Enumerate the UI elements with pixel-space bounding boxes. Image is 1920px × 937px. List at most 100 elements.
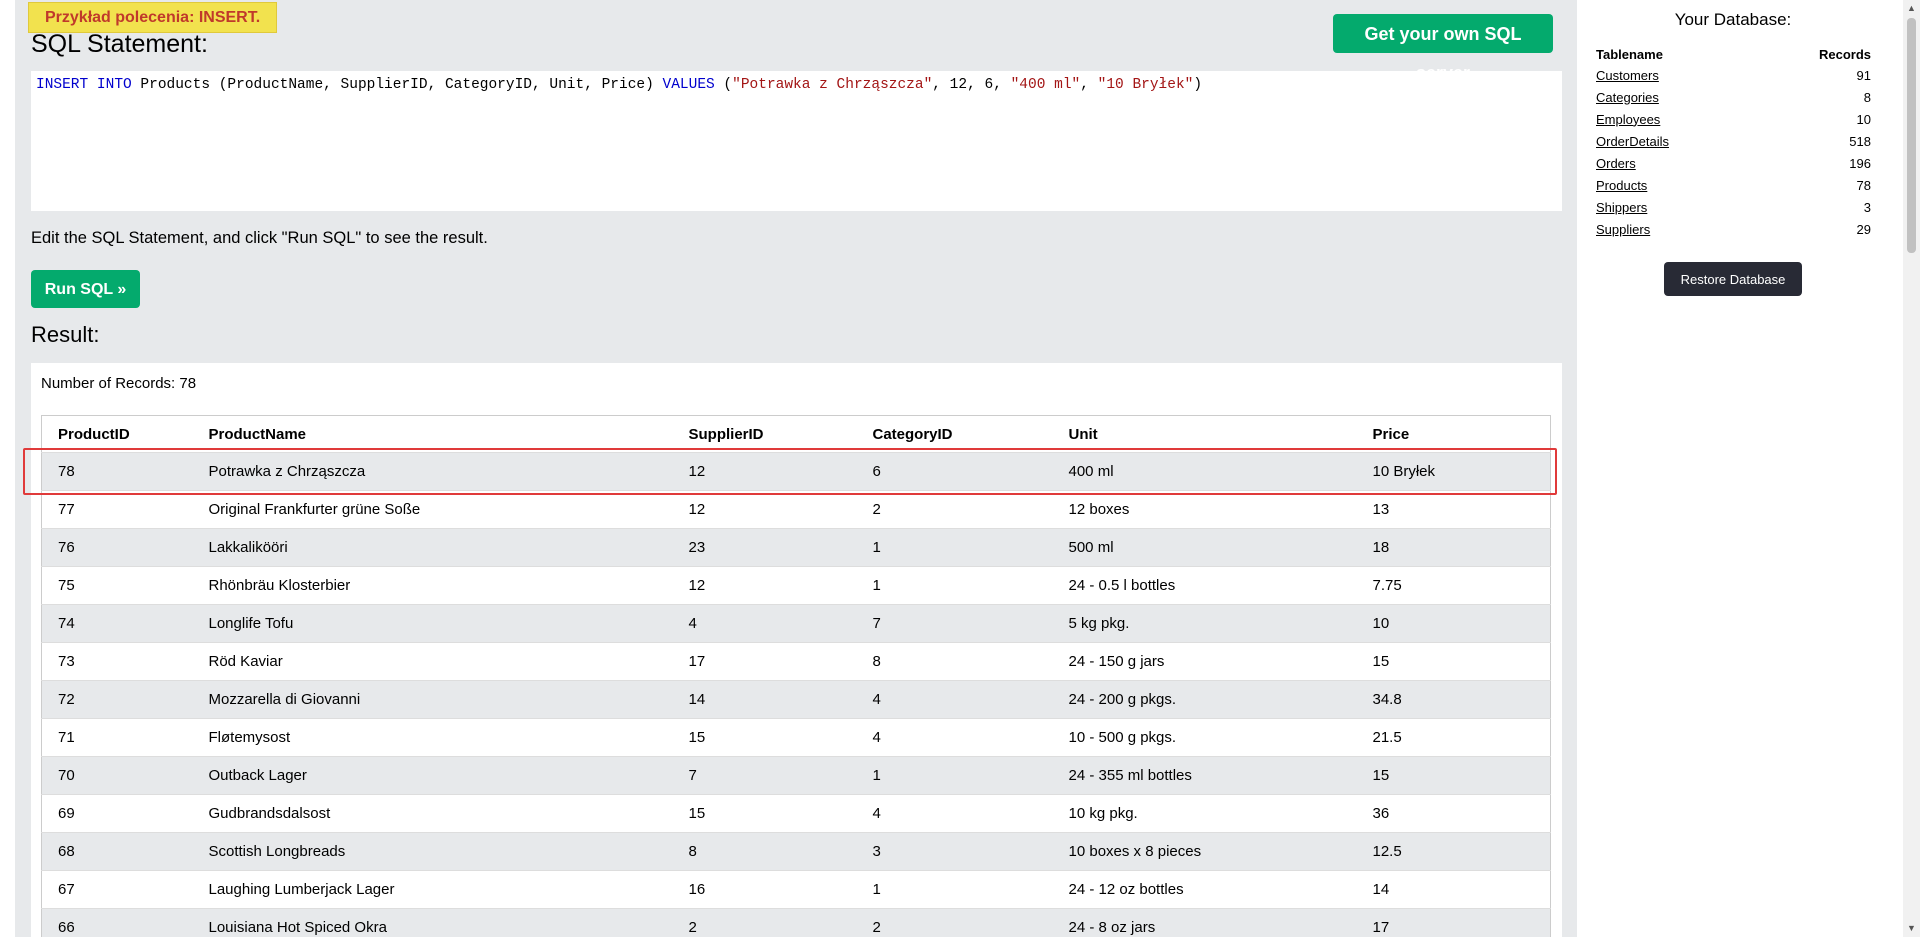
table-row: 78 Potrawka z Chrząszcza 12 6 400 ml 10 Bryłe… (41, 452, 1551, 491)
table-cell: 76 (41, 528, 193, 567)
table-cell: Original Frankfurter grüne Soße (192, 490, 673, 529)
table-row: 76 Lakkalikööri 23 1 500 ml 18 (41, 528, 1551, 567)
sql-text: ) (1193, 77, 1203, 93)
table-cell: 3 (856, 832, 1053, 871)
db-record-count: 3 (1863, 199, 1871, 215)
table-row: 74 Longlife Tofu 4 7 5 kg pkg. 10 (41, 604, 1551, 643)
table-cell: 69 (41, 794, 193, 833)
table-cell: 24 - 355 ml bottles (1052, 756, 1357, 795)
table-cell: 66 (41, 908, 193, 937)
sql-string: "400 ml" (1010, 77, 1081, 93)
table-cell: 16 (672, 870, 857, 909)
table-cell: 70 (41, 756, 193, 795)
table-row: 66 Louisiana Hot Spiced Okra 2 2 24 - 8 oz j… (41, 908, 1551, 937)
table-cell: 15 (672, 794, 857, 833)
table-cell: 24 - 150 g jars (1052, 642, 1357, 681)
vertical-scrollbar[interactable]: ▲ ▼ (1903, 0, 1920, 937)
column-header: ProductName (192, 415, 673, 453)
db-table-link-categories[interactable]: Categories (1596, 90, 1659, 105)
table-cell: 14 (672, 680, 857, 719)
table-cell: 12 (672, 452, 857, 491)
db-table-row: Orders 196 (1595, 152, 1872, 174)
table-cell: Outback Lager (192, 756, 673, 795)
sql-keyword: VALUES (662, 77, 715, 93)
table-cell: 8 (856, 642, 1053, 681)
db-table-cell: Employees (1595, 108, 1756, 130)
column-header: Price (1356, 415, 1551, 453)
db-table-row: OrderDetails 518 (1595, 130, 1872, 152)
table-header-row: ProductID ProductName SupplierID Categor… (41, 415, 1551, 453)
main-panel: Przykład polecenia: INSERT. SQL Statemen… (15, 0, 1577, 937)
table-cell: 500 ml (1052, 528, 1357, 567)
table-cell: 10 Bryłek (1356, 452, 1551, 491)
db-table-link-shippers[interactable]: Shippers (1596, 200, 1647, 215)
restore-database-button[interactable]: Restore Database (1664, 262, 1802, 296)
db-table-link-orderdetails[interactable]: OrderDetails (1596, 134, 1669, 149)
table-row: 72 Mozzarella di Giovanni 14 4 24 - 200 g pk… (41, 680, 1551, 719)
db-table-link-suppliers[interactable]: Suppliers (1596, 222, 1650, 237)
table-cell: Mozzarella di Giovanni (192, 680, 673, 719)
table-cell: 72 (41, 680, 193, 719)
table-cell: 4 (856, 680, 1053, 719)
column-header: ProductID (41, 415, 193, 453)
table-row: 69 Gudbrandsdalsost 15 4 10 kg pkg. 36 (41, 794, 1551, 833)
sql-statement-title: SQL Statement: (31, 30, 208, 58)
db-table-link-customers[interactable]: Customers (1596, 68, 1659, 83)
table-cell: 18 (1356, 528, 1551, 567)
get-sql-server-button[interactable]: Get your own SQL server (1333, 14, 1553, 83)
table-cell: 67 (41, 870, 193, 909)
column-header: CategoryID (856, 415, 1053, 453)
db-record-count: 91 (1856, 67, 1871, 83)
db-record-count: 78 (1856, 177, 1871, 193)
table-cell: Fløtemysost (192, 718, 673, 757)
record-count: Number of Records: 78 (41, 375, 197, 392)
table-cell: 5 kg pkg. (1052, 604, 1357, 643)
table-cell: 12.5 (1356, 832, 1551, 871)
db-table-link-products[interactable]: Products (1596, 178, 1647, 193)
db-header-row: Tablename Records (1595, 44, 1872, 64)
scroll-thumb[interactable] (1907, 18, 1916, 253)
scroll-down-arrow-icon[interactable]: ▼ (1903, 920, 1920, 937)
run-sql-button[interactable]: Run SQL » (31, 270, 140, 308)
db-table-link-orders[interactable]: Orders (1596, 156, 1636, 171)
db-record-count: 518 (1849, 133, 1871, 149)
table-cell: Scottish Longbreads (192, 832, 673, 871)
sql-editor[interactable]: INSERT INTO Products (ProductName, Suppl… (31, 71, 1562, 211)
database-sidebar: Your Database: Tablename Records Custome… (1578, 0, 1903, 937)
scroll-up-arrow-icon[interactable]: ▲ (1903, 0, 1920, 17)
table-cell: 78 (41, 452, 193, 491)
result-title: Result: (31, 322, 100, 347)
table-cell: 7 (856, 604, 1053, 643)
table-cell: Rhönbräu Klosterbier (192, 566, 673, 605)
table-cell: 4 (856, 718, 1053, 757)
table-cell: 7.75 (1356, 566, 1551, 605)
db-body: Customers 91 Categories 8 Employees 10 OrderDe… (1595, 64, 1872, 240)
table-cell: 12 (672, 566, 857, 605)
table-cell: 2 (856, 908, 1053, 937)
table-cell: 14 (1356, 870, 1551, 909)
sql-string: "Potrawka z Chrząszcza" (732, 77, 933, 93)
db-table-cell: Products (1595, 174, 1756, 196)
table-cell: Longlife Tofu (192, 604, 673, 643)
db-table-row: Customers 91 (1595, 64, 1872, 86)
table-row: 73 Röd Kaviar 17 8 24 - 150 g jars 15 (41, 642, 1551, 681)
sql-text: ( (714, 77, 733, 93)
db-table-row: Shippers 3 (1595, 196, 1872, 218)
tablename-header: Tablename (1596, 46, 1663, 62)
table-cell: 15 (672, 718, 857, 757)
db-record-count: 196 (1849, 155, 1871, 171)
table-cell: 74 (41, 604, 193, 643)
table-cell: 75 (41, 566, 193, 605)
table-cell: 24 - 8 oz jars (1052, 908, 1357, 937)
db-table-cell: OrderDetails (1595, 130, 1756, 152)
results-table: ProductID ProductName SupplierID Categor… (41, 415, 1551, 937)
db-table-link-employees[interactable]: Employees (1596, 112, 1660, 127)
table-row: 77 Original Frankfurter grüne Soße 12 2 12 b… (41, 490, 1551, 529)
table-cell: 24 - 12 oz bottles (1052, 870, 1357, 909)
table-cell: 17 (672, 642, 857, 681)
table-row: 68 Scottish Longbreads 8 3 10 boxes x 8 piec… (41, 832, 1551, 871)
table-cell: 71 (41, 718, 193, 757)
db-record-count: 8 (1863, 89, 1871, 105)
db-table-cell: Shippers (1595, 196, 1756, 218)
sql-string: "10 Bryłek" (1097, 77, 1194, 93)
